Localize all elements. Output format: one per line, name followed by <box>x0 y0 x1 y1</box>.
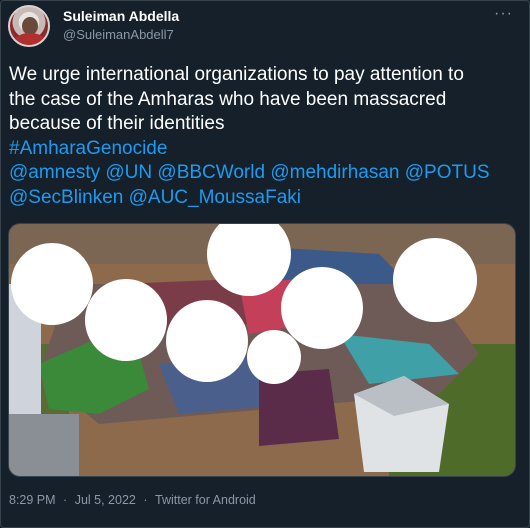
tweet-text: We urge international organizations to p… <box>9 63 524 210</box>
avatar-shirt <box>14 33 46 45</box>
hashtag-line: #AmharaGenocide <box>9 137 524 162</box>
blur-circle <box>166 300 248 382</box>
tweet-card: Suleiman Abdella @SuleimanAbdell7 ··· We… <box>0 0 530 528</box>
photo-gray-cloth <box>9 414 79 476</box>
blur-circle <box>393 238 477 322</box>
mentions-line: @amnesty @UN @BBCWorld @mehdirhasan @POT… <box>9 161 524 186</box>
blur-circle <box>247 330 301 384</box>
blur-circle <box>281 267 363 349</box>
meta-separator: · <box>63 493 68 507</box>
mentions-line: @SecBlinken @AUC_MoussaFaki <box>9 186 524 211</box>
tweet-source[interactable]: Twitter for Android <box>155 493 256 507</box>
mention-link[interactable]: @BBCWorld <box>157 162 265 183</box>
tweet-date[interactable]: Jul 5, 2022 <box>75 493 136 507</box>
mention-link[interactable]: @UN <box>105 162 152 183</box>
photo-illustration <box>9 224 515 476</box>
tweet-text-line: the case of the Amharas who have been ma… <box>9 88 447 110</box>
mention-link[interactable]: @mehdirhasan <box>270 162 399 183</box>
author-avatar[interactable] <box>8 5 50 47</box>
more-options-icon[interactable]: ··· <box>494 5 513 23</box>
author-name[interactable]: Suleiman Abdella <box>63 8 179 24</box>
tweet-meta: 8:29 PM · Jul 5, 2022 · Twitter for Andr… <box>9 493 256 507</box>
tweet-photo[interactable] <box>8 223 516 477</box>
meta-separator: · <box>143 493 148 507</box>
tweet-text-line: We urge international organizations to p… <box>9 64 464 85</box>
mention-link[interactable]: @amnesty <box>9 162 100 183</box>
blur-circle <box>11 243 93 325</box>
tweet-text-line: because of their identities <box>9 113 225 134</box>
blur-circle <box>85 279 167 361</box>
hashtag-link[interactable]: #AmharaGenocide <box>9 138 167 159</box>
mention-link[interactable]: @AUC_MoussaFaki <box>129 187 301 208</box>
mention-link[interactable]: @SecBlinken <box>9 187 123 208</box>
author-handle[interactable]: @SuleimanAbdell7 <box>63 27 174 42</box>
tweet-time[interactable]: 8:29 PM <box>9 493 56 507</box>
mention-link[interactable]: @POTUS <box>405 162 490 183</box>
